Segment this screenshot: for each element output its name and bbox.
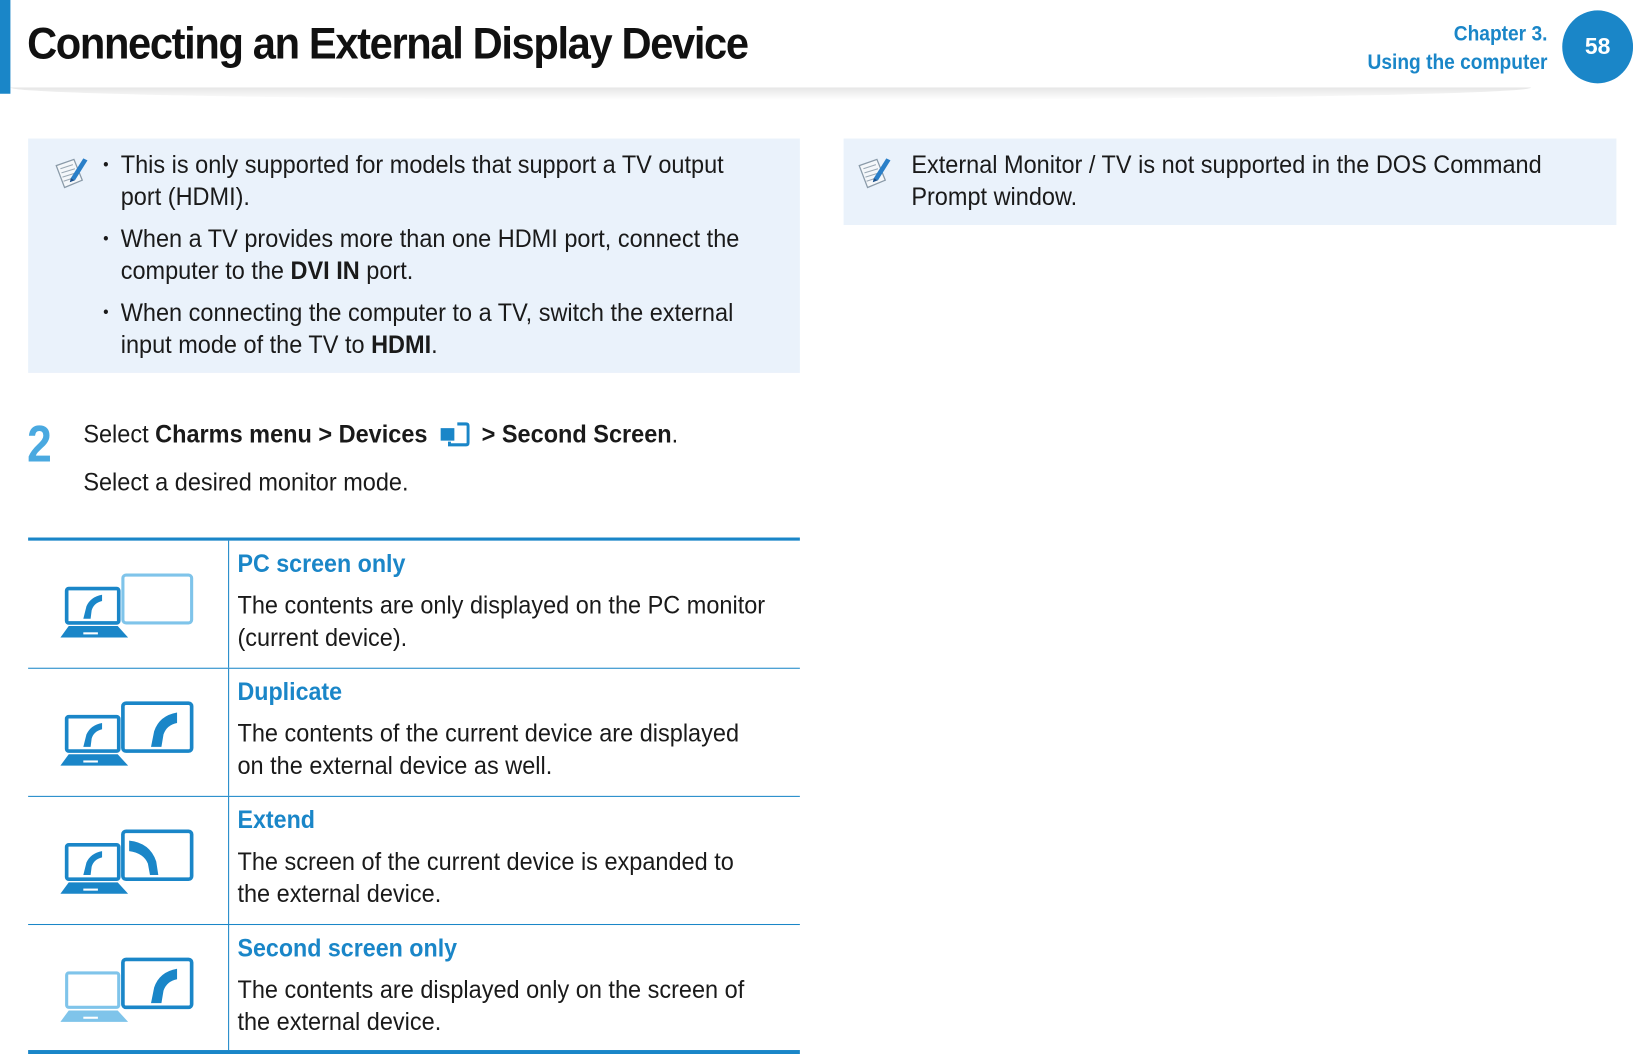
step-instruction: Select Charms menu > Devices > Second Sc…: [83, 420, 679, 449]
pc-screen-only-icon: [60, 573, 194, 638]
devices-icon: [440, 422, 470, 447]
mode-description: The contents of the current device are d…: [237, 719, 740, 781]
mode-row-second-screen-only: Second screen only The contents are disp…: [28, 925, 800, 1051]
note-box-dos: External Monitor / TV is not supported i…: [843, 138, 1617, 226]
header-accent-bar: [0, 0, 11, 94]
mode-row-pc-screen-only: PC screen only The contents are only dis…: [28, 540, 800, 669]
menu-path: Charms menu > Devices: [155, 420, 428, 449]
page-number-badge: 58: [1562, 10, 1633, 84]
mode-name: Extend: [237, 806, 315, 835]
header-divider: [10, 87, 1532, 101]
mode-description: The contents are displayed only on the s…: [237, 976, 745, 1037]
page-title: Connecting an External Display Device: [27, 18, 749, 69]
note-item: • When a TV provides more than one HDMI p…: [103, 225, 740, 286]
note-list: • This is only supported for models that …: [103, 149, 796, 371]
menu-path-end: > Second Screen: [481, 420, 672, 449]
mode-row-extend: Extend The screen of the current device …: [28, 796, 800, 926]
mode-description: The screen of the current device is expa…: [237, 847, 734, 909]
note-item: • When connecting the computer to a TV, s…: [103, 298, 734, 360]
mode-description: The contents are only displayed on the P…: [237, 591, 766, 653]
duplicate-icon: [60, 701, 194, 766]
manual-page: Connecting an External Display Device Ch…: [0, 0, 1633, 1054]
extend-icon: [60, 829, 194, 894]
chapter-number: Chapter 3.: [1453, 22, 1548, 46]
second-screen-only-icon: [60, 957, 194, 1022]
mode-row-duplicate: Duplicate The contents of the current de…: [28, 668, 800, 797]
note-pencil-icon: [858, 158, 891, 189]
note-box: • This is only supported for models that …: [28, 138, 800, 373]
mode-name: PC screen only: [237, 550, 406, 579]
chapter-label: Chapter 3. Using the computer: [1368, 21, 1548, 77]
step-subinstruction: Select a desired monitor mode.: [83, 468, 409, 497]
chapter-title: Using the computer: [1367, 51, 1548, 74]
note-pencil-icon: [55, 158, 88, 189]
step-number: 2: [27, 414, 52, 473]
note-item: • This is only supported for models that …: [103, 151, 724, 212]
monitor-modes-table: PC screen only The contents are only dis…: [28, 537, 800, 1054]
mode-name: Second screen only: [237, 934, 458, 963]
mode-name: Duplicate: [237, 678, 343, 707]
note-text: External Monitor / TV is not supported i…: [911, 151, 1542, 212]
